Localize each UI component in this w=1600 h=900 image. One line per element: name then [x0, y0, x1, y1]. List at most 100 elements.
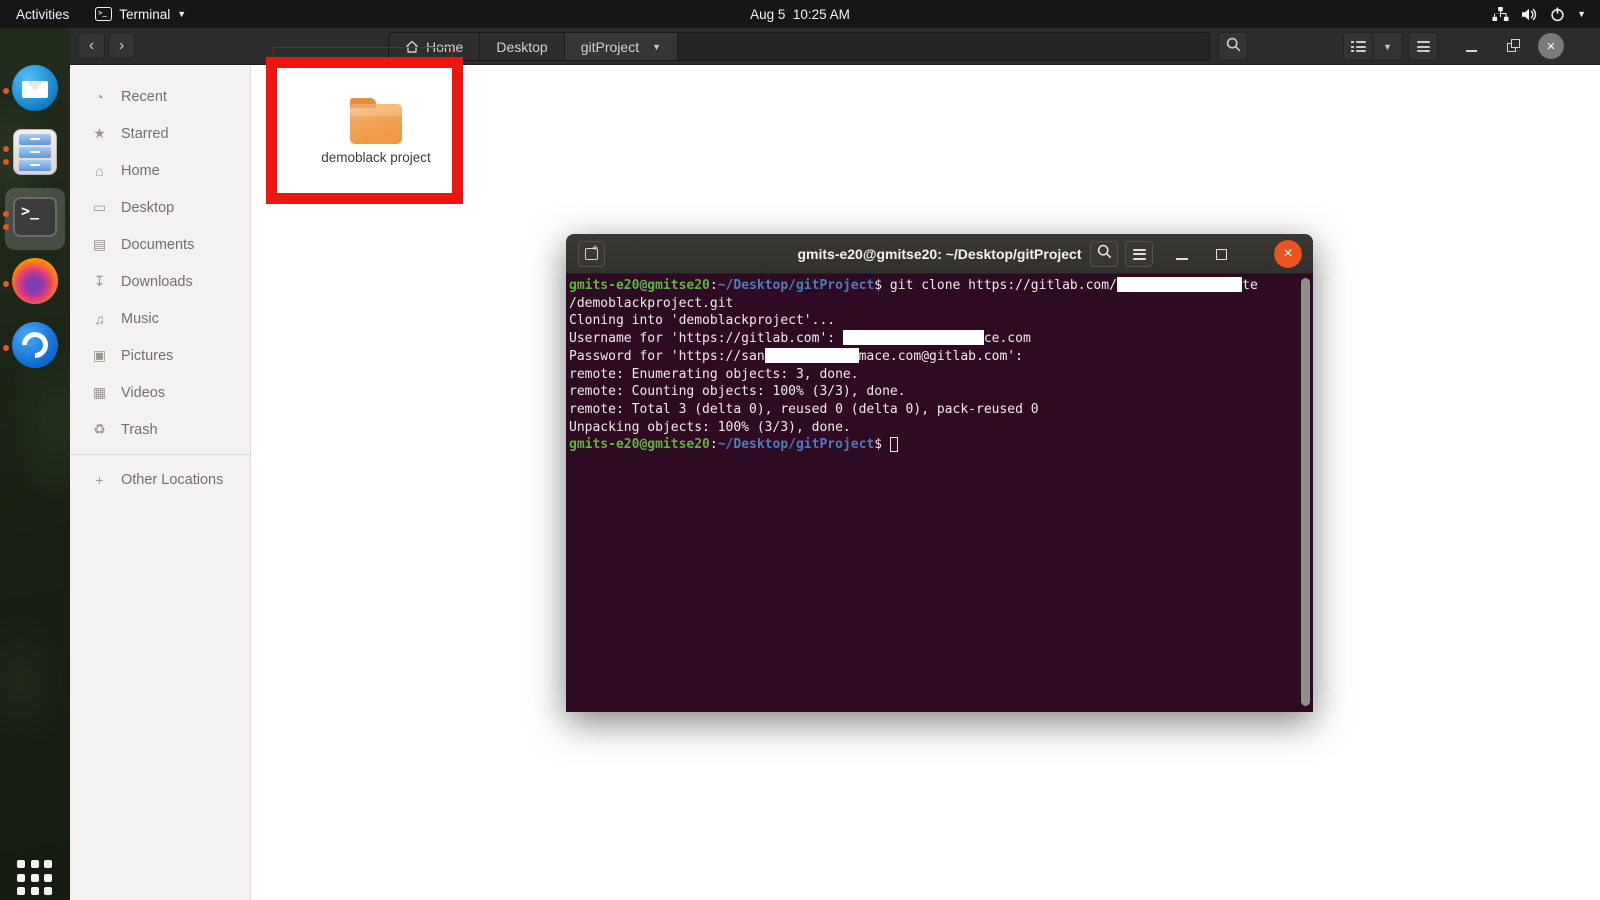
breadcrumb-home[interactable]: Home — [389, 33, 481, 60]
home-icon — [406, 40, 418, 53]
dock-item-mattermost[interactable] — [0, 319, 70, 377]
terminal-maximize-button[interactable] — [1216, 249, 1227, 260]
system-status-area[interactable]: ▼ — [1484, 0, 1594, 28]
dock-item-terminal[interactable]: >_ — [0, 188, 70, 250]
dock-item-files[interactable] — [0, 126, 70, 184]
redaction-box — [1116, 277, 1243, 292]
sidebar-item-music[interactable]: ♫ Music — [70, 300, 250, 337]
terminal-search-button[interactable] — [1090, 241, 1118, 267]
files-close-button[interactable]: × — [1538, 33, 1564, 59]
files-minimize-button[interactable] — [1465, 37, 1479, 55]
desktop-icon: ▭ — [92, 199, 107, 215]
terminal-scrollbar[interactable] — [1301, 278, 1310, 706]
files-menu-button[interactable] — [1408, 32, 1438, 61]
terminal-text-segment: : — [709, 437, 718, 453]
terminal-line: remote: Counting objects: 100% (3/3), do… — [569, 383, 1299, 401]
view-options-dropdown[interactable]: ▼ — [1373, 32, 1403, 61]
sidebar-item-videos[interactable]: ▦ Videos — [70, 374, 250, 411]
sidebar-item-trash[interactable]: ♻ Trash — [70, 411, 250, 448]
running-indicator-dots — [3, 62, 10, 120]
breadcrumb-gitproject[interactable]: gitProject ▼ — [564, 33, 678, 60]
search-icon — [1097, 244, 1112, 264]
terminal-close-button[interactable]: × — [1274, 240, 1302, 268]
new-tab-button[interactable] — [578, 241, 605, 267]
terminal-text-segment: $ — [874, 437, 890, 453]
thunderbird-icon — [12, 65, 58, 111]
hamburger-icon — [1416, 41, 1430, 52]
terminal-text-segment: $ git clone https://gitlab.com/ — [874, 278, 1117, 293]
mattermost-icon — [12, 322, 58, 368]
terminal-header[interactable]: gmits-e20@gmitse20: ~/Desktop/gitProject… — [566, 234, 1313, 274]
terminal-cursor — [889, 437, 898, 453]
terminal-line: gmits-e20@gmitse20:~/Desktop/gitProject$… — [569, 277, 1299, 295]
terminal-minimize-button[interactable] — [1174, 246, 1190, 262]
terminal-text-segment: remote: Total 3 (delta 0), reused 0 (del… — [569, 401, 1039, 417]
activities-button[interactable]: Activities — [0, 0, 85, 28]
dock-item-thunderbird[interactable] — [0, 62, 70, 120]
terminal-text-segment: ~/Desktop/gitProject — [717, 437, 875, 453]
redaction-box — [842, 330, 984, 346]
terminal-line: Username for 'https://gitlab.com': ce.co… — [569, 330, 1299, 348]
terminal-mini-icon: >_ — [95, 7, 113, 21]
running-indicator-dots — [3, 191, 10, 249]
search-button[interactable] — [1218, 32, 1248, 61]
terminal-text-segment: gmits-e20@gmitse20 — [569, 278, 710, 293]
terminal-text-segment: remote: Enumerating objects: 3, done. — [569, 366, 859, 382]
sidebar-item-other-locations[interactable]: + Other Locations — [70, 461, 250, 498]
dock-item-firefox[interactable] — [0, 255, 70, 313]
recent-icon: ◔ — [95, 88, 104, 105]
sidebar-item-documents[interactable]: ▤ Documents — [70, 226, 250, 263]
new-tab-icon — [585, 243, 598, 260]
sidebar-item-starred[interactable]: ★ Starred — [70, 115, 250, 152]
sidebar-item-pictures[interactable]: ▣ Pictures — [70, 337, 250, 374]
terminal-text-segment: te — [1242, 278, 1258, 293]
downloads-icon: ↧ — [93, 273, 106, 289]
terminal-text-segment: /demoblackproject.git — [569, 295, 734, 311]
music-icon: ♫ — [94, 310, 105, 327]
running-indicator-dots — [3, 319, 10, 377]
terminal-text-segment: ce.com — [983, 331, 1031, 347]
focused-app-label: Terminal — [119, 6, 171, 22]
sidebar-item-recent[interactable]: ◔ Recent — [70, 78, 250, 115]
terminal-text-segment: Username for 'https://gitlab.com': — [569, 331, 843, 347]
terminal-line: Cloning into 'demoblackproject'... — [569, 312, 1299, 330]
search-icon — [1226, 37, 1241, 57]
terminal-body[interactable]: gmits-e20@gmitse20:~/Desktop/gitProject$… — [566, 274, 1313, 712]
terminal-menu-button[interactable] — [1125, 241, 1153, 267]
sidebar-item-downloads[interactable]: ↧ Downloads — [70, 263, 250, 300]
terminal-text-segment: remote: Counting objects: 100% (3/3), do… — [569, 384, 906, 400]
terminal-icon: >_ — [13, 197, 57, 237]
hamburger-icon — [1132, 248, 1146, 260]
folder-icon — [350, 98, 402, 144]
terminal-line: remote: Enumerating objects: 3, done. — [569, 366, 1299, 384]
clock[interactable]: Aug 5 10:25 AM — [0, 0, 1600, 28]
pictures-icon: ▣ — [92, 347, 107, 363]
terminal-text-segment: gmits-e20@gmitse20 — [569, 437, 710, 453]
terminal-line: Password for 'https://san mace.com@gitlab… — [569, 347, 1299, 366]
videos-icon: ▦ — [92, 384, 107, 400]
breadcrumb-desktop[interactable]: Desktop — [480, 33, 565, 60]
running-indicator-dots — [3, 126, 10, 184]
files-restore-button[interactable] — [1507, 39, 1520, 52]
files-icon — [13, 129, 57, 175]
terminal-line: gmits-e20@gmitse20:~/Desktop/gitProject$ — [569, 436, 1299, 454]
terminal-text-segment: mace.com@gitlab.com': — [858, 348, 1023, 364]
running-indicator-dots — [3, 255, 10, 313]
volume-icon — [1521, 7, 1538, 22]
folder-label: demoblack project — [321, 150, 431, 165]
forward-button[interactable]: › — [108, 33, 135, 59]
back-button[interactable]: ‹ — [78, 33, 105, 59]
chevron-down-icon: ▼ — [1383, 41, 1392, 52]
trash-icon: ♻ — [93, 421, 106, 437]
system-menu-chevron-icon: ▼ — [1577, 9, 1586, 19]
terminal-line: Unpacking objects: 100% (3/3), done. — [569, 419, 1299, 437]
show-applications-button[interactable] — [17, 860, 53, 896]
focused-app-menu[interactable]: >_ Terminal ▼ — [85, 0, 196, 28]
terminal-line: /demoblackproject.git — [569, 295, 1299, 313]
list-view-button[interactable] — [1343, 32, 1373, 61]
sidebar-item-desktop[interactable]: ▭ Desktop — [70, 189, 250, 226]
sidebar-item-home[interactable]: ⌂ Home — [70, 152, 250, 189]
redaction-box — [764, 347, 859, 363]
plus-icon: + — [95, 471, 104, 488]
terminal-text-segment: : — [709, 278, 718, 293]
